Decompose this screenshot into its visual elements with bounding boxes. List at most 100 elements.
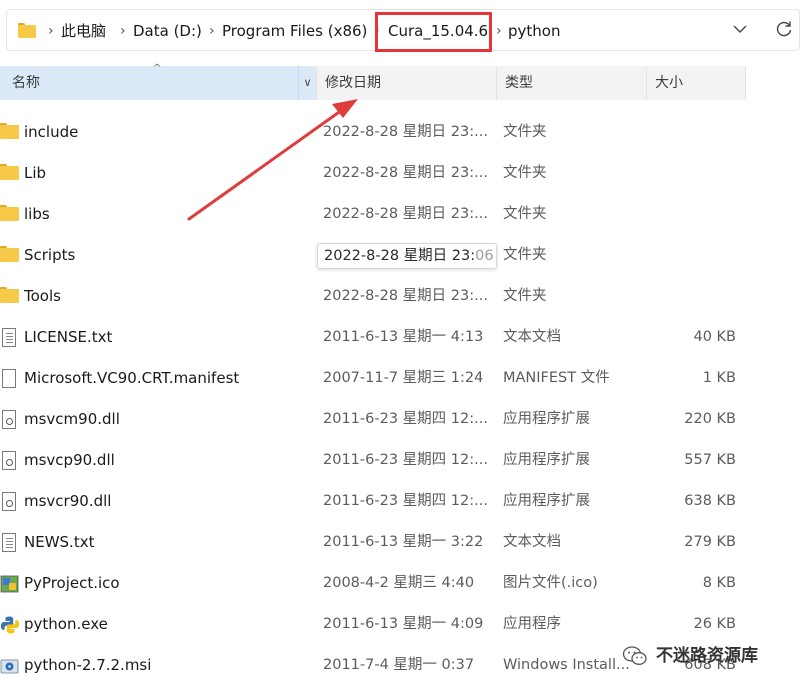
file-type: 文件夹 xyxy=(503,206,547,222)
breadcrumb-separator[interactable]: › xyxy=(120,10,126,52)
file-row[interactable]: NEWS.txt 2011-6-13 星期一 3:22 文本文档 279 KB xyxy=(0,522,804,563)
file-size xyxy=(646,235,736,276)
file-name: PyProject.ico xyxy=(24,574,120,592)
file-date: 2011-6-13 星期一 4:09 xyxy=(323,616,484,632)
file-date: 2022-8-28 星期日 23:... xyxy=(323,165,488,181)
highlight-box xyxy=(375,12,492,52)
folder-icon xyxy=(0,164,20,184)
column-size[interactable]: 大小 xyxy=(646,66,746,100)
file-size: 26 KB xyxy=(693,616,736,632)
file-row[interactable]: Lib 2022-8-28 星期日 23:... 文件夹 xyxy=(0,153,804,194)
file-row[interactable]: LICENSE.txt 2011-6-13 星期一 4:13 文本文档 40 K… xyxy=(0,317,804,358)
file-type: 图片文件(.ico) xyxy=(503,575,598,591)
file-date: 2022-8-28 星期日 23:... xyxy=(323,206,488,222)
column-name[interactable]: 名称 xyxy=(0,66,298,100)
installer-icon xyxy=(0,659,19,674)
file-size xyxy=(646,153,736,194)
file-date: 2022-8-28 星期日 23:... xyxy=(323,288,488,304)
sort-ascending-icon: ^ xyxy=(153,63,162,74)
folder-icon xyxy=(0,205,20,225)
breadcrumb-separator[interactable]: › xyxy=(48,10,54,52)
file-name: msvcr90.dll xyxy=(24,492,112,510)
file-name: msvcp90.dll xyxy=(24,451,115,469)
file-date: 2011-6-13 星期一 4:13 xyxy=(323,329,484,345)
file-icon xyxy=(0,369,20,389)
folder-icon xyxy=(0,246,20,266)
breadcrumb-this-pc[interactable]: 此电脑 xyxy=(61,10,106,52)
file-size: 557 KB xyxy=(684,452,736,468)
file-type: 应用程序扩展 xyxy=(503,493,590,509)
file-type: 文件夹 xyxy=(503,124,547,140)
file-type: 文件夹 xyxy=(503,165,547,181)
text-file-icon xyxy=(0,533,20,553)
chevron-down-icon[interactable] xyxy=(731,20,749,38)
date-tooltip: 2022-8-28 星期日 23:06 xyxy=(317,243,497,269)
refresh-icon[interactable] xyxy=(774,19,794,39)
file-size: 8 KB xyxy=(702,575,736,591)
file-size: 1 KB xyxy=(702,370,736,386)
file-name: libs xyxy=(24,205,50,223)
tooltip-text: 2022-8-28 星期日 23: xyxy=(324,248,476,264)
python-exe-icon xyxy=(1,616,19,634)
file-row[interactable]: include 2022-8-28 星期日 23:... 文件夹 xyxy=(0,112,804,153)
folder-icon xyxy=(0,123,20,143)
file-date: 2011-6-23 星期四 12:... xyxy=(323,452,488,468)
file-row[interactable]: msvcp90.dll 2011-6-23 星期四 12:... 应用程序扩展 … xyxy=(0,440,804,481)
file-size xyxy=(646,194,736,235)
breadcrumb-data-drive[interactable]: Data (D:) xyxy=(133,10,202,52)
column-header: 名称 ∨ 修改日期 类型 大小 xyxy=(0,66,804,100)
folder-icon xyxy=(18,23,36,38)
file-name: include xyxy=(24,123,79,141)
file-row[interactable]: libs 2022-8-28 星期日 23:... 文件夹 xyxy=(0,194,804,235)
dll-file-icon xyxy=(0,451,20,471)
file-row[interactable]: python.exe 2011-6-13 星期一 4:09 应用程序 26 KB xyxy=(0,604,804,645)
file-type: 应用程序扩展 xyxy=(503,411,590,427)
breadcrumb-separator[interactable]: › xyxy=(496,10,502,52)
file-type: 文本文档 xyxy=(503,534,561,550)
file-name: Lib xyxy=(24,164,47,182)
dll-file-icon xyxy=(0,410,20,430)
file-size: 638 KB xyxy=(684,493,736,509)
file-size: 279 KB xyxy=(684,534,736,550)
file-row[interactable]: Tools 2022-8-28 星期日 23:... 文件夹 xyxy=(0,276,804,317)
file-date: 2011-6-13 星期一 3:22 xyxy=(323,534,484,550)
file-name: LICENSE.txt xyxy=(24,328,113,346)
file-row[interactable]: msvcm90.dll 2011-6-23 星期四 12:... 应用程序扩展 … xyxy=(0,399,804,440)
file-date: 2011-7-4 星期一 0:37 xyxy=(323,657,475,673)
dll-file-icon xyxy=(0,492,20,512)
file-row[interactable]: msvcr90.dll 2011-6-23 星期四 12:... 应用程序扩展 … xyxy=(0,481,804,522)
file-name: Tools xyxy=(24,287,61,305)
file-type: 文本文档 xyxy=(503,329,561,345)
breadcrumb-python[interactable]: python xyxy=(508,10,560,52)
column-date-modified[interactable]: 修改日期 xyxy=(316,66,496,100)
file-name: python-2.7.2.msi xyxy=(24,656,152,674)
breadcrumb-separator[interactable]: › xyxy=(209,10,215,52)
tooltip-text-faded: 06 xyxy=(475,248,494,264)
column-filter-dropdown[interactable]: ∨ xyxy=(298,66,316,100)
image-file-icon xyxy=(0,575,19,593)
breadcrumb-program-files[interactable]: Program Files (x86) xyxy=(222,10,367,52)
file-date: 2022-8-28 星期日 23:... xyxy=(323,124,488,140)
file-type: 应用程序 xyxy=(503,616,561,632)
watermark-text: 不迷路资源库 xyxy=(656,646,758,666)
file-type: MANIFEST 文件 xyxy=(503,370,610,386)
file-type: 文件夹 xyxy=(503,288,547,304)
file-date: 2007-11-7 星期三 1:24 xyxy=(323,370,484,386)
file-row[interactable]: PyProject.ico 2008-4-2 星期三 4:40 图片文件(.ic… xyxy=(0,563,804,604)
file-date: 2011-6-23 星期四 12:... xyxy=(323,411,488,427)
file-name: msvcm90.dll xyxy=(24,410,120,428)
file-name: Microsoft.VC90.CRT.manifest xyxy=(24,369,240,387)
file-name: NEWS.txt xyxy=(24,533,95,551)
file-size: 220 KB xyxy=(684,411,736,427)
file-date: 2011-6-23 星期四 12:... xyxy=(323,493,488,509)
column-type[interactable]: 类型 xyxy=(496,66,646,100)
file-date: 2008-4-2 星期三 4:40 xyxy=(323,575,475,591)
file-name: Scripts xyxy=(24,246,76,264)
file-type: 文件夹 xyxy=(503,247,547,263)
text-file-icon xyxy=(0,328,20,348)
file-size xyxy=(646,276,736,317)
file-row[interactable]: Microsoft.VC90.CRT.manifest 2007-11-7 星期… xyxy=(0,358,804,399)
folder-icon xyxy=(0,287,20,307)
file-type: 应用程序扩展 xyxy=(503,452,590,468)
file-size xyxy=(646,112,736,153)
